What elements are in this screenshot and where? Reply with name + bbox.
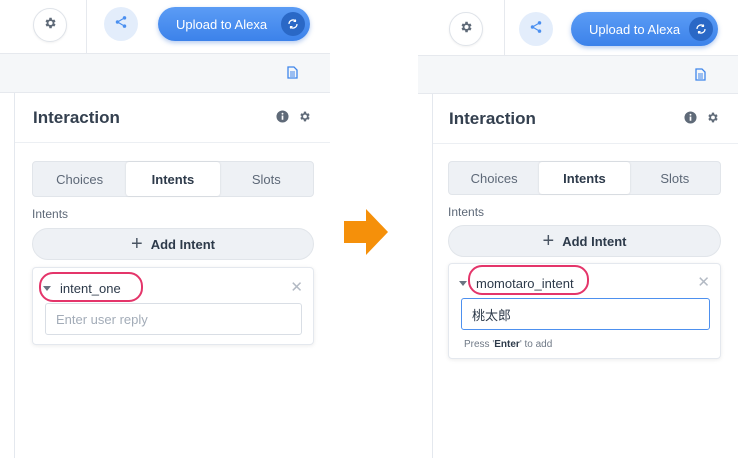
- annotation-highlight: [39, 272, 143, 302]
- hint-key: Enter: [494, 339, 520, 350]
- upload-to-alexa-button[interactable]: Upload to Alexa: [571, 12, 718, 46]
- settings-button[interactable]: [33, 8, 67, 42]
- share-button[interactable]: [519, 12, 553, 46]
- header-icons: [684, 111, 719, 129]
- interaction-header: Interaction: [15, 93, 330, 143]
- toolbar-divider: [86, 0, 87, 54]
- tab-slots[interactable]: Slots: [630, 162, 720, 194]
- header-icons: [276, 110, 311, 128]
- add-intent-button[interactable]: + Add Intent: [32, 228, 314, 260]
- interaction-header: Interaction: [433, 94, 738, 144]
- gear-icon[interactable]: [298, 110, 311, 128]
- tab-choices[interactable]: Choices: [33, 162, 126, 196]
- panel-border: [14, 92, 15, 458]
- user-reply-input[interactable]: 桃太郎: [461, 298, 710, 330]
- top-toolbar: Upload to Alexa: [418, 0, 738, 56]
- gear-icon: [43, 16, 57, 35]
- caret-down-icon[interactable]: [459, 280, 467, 286]
- upload-label: Upload to Alexa: [589, 21, 681, 37]
- transition-arrow: [340, 207, 392, 262]
- document-icon[interactable]: [695, 68, 706, 86]
- interaction-tabs: Choices Intents Slots: [32, 161, 314, 197]
- upload-label: Upload to Alexa: [176, 16, 268, 32]
- add-intent-button[interactable]: + Add Intent: [448, 225, 721, 257]
- close-icon[interactable]: ✕: [290, 278, 303, 296]
- tab-slots[interactable]: Slots: [220, 162, 313, 196]
- enter-hint: Press 'Enter' to add: [464, 339, 552, 350]
- user-reply-input[interactable]: Enter user reply: [45, 303, 302, 335]
- settings-button[interactable]: [449, 12, 483, 46]
- top-toolbar: Upload to Alexa: [0, 0, 330, 54]
- page-title: Interaction: [449, 109, 536, 128]
- intents-section-label: Intents: [448, 205, 485, 219]
- add-intent-label: Add Intent: [562, 233, 627, 249]
- share-button[interactable]: [104, 7, 138, 41]
- tab-intents[interactable]: Intents: [126, 162, 220, 196]
- info-icon[interactable]: [684, 111, 697, 129]
- plus-icon: +: [131, 233, 143, 255]
- panel-border: [432, 92, 433, 458]
- hint-suffix: ' to add: [519, 339, 553, 350]
- info-icon[interactable]: [276, 110, 289, 128]
- share-icon: [114, 15, 128, 34]
- document-icon[interactable]: [287, 66, 298, 84]
- hint-prefix: Press ': [464, 339, 495, 350]
- share-icon: [529, 20, 543, 39]
- document-bar: [418, 56, 738, 94]
- tab-choices[interactable]: Choices: [449, 162, 539, 194]
- gear-icon: [459, 20, 473, 39]
- add-intent-label: Add Intent: [150, 236, 215, 252]
- annotation-highlight: [468, 265, 589, 295]
- panel-after: Upload to Alexa Interaction Choices Inte…: [418, 0, 738, 458]
- intents-section-label: Intents: [32, 207, 69, 221]
- close-icon[interactable]: ✕: [697, 273, 710, 291]
- interaction-tabs: Choices Intents Slots: [448, 161, 721, 195]
- sync-icon[interactable]: [689, 17, 713, 41]
- toolbar-divider: [504, 0, 505, 56]
- panel-before: Upload to Alexa Interaction Choices Inte…: [0, 0, 330, 458]
- plus-icon: +: [542, 230, 555, 252]
- sync-icon[interactable]: [281, 12, 305, 36]
- page-title: Interaction: [33, 108, 120, 127]
- upload-to-alexa-button[interactable]: Upload to Alexa: [158, 7, 310, 41]
- tab-intents[interactable]: Intents: [539, 162, 630, 194]
- document-bar: [0, 54, 330, 93]
- gear-icon[interactable]: [706, 111, 719, 129]
